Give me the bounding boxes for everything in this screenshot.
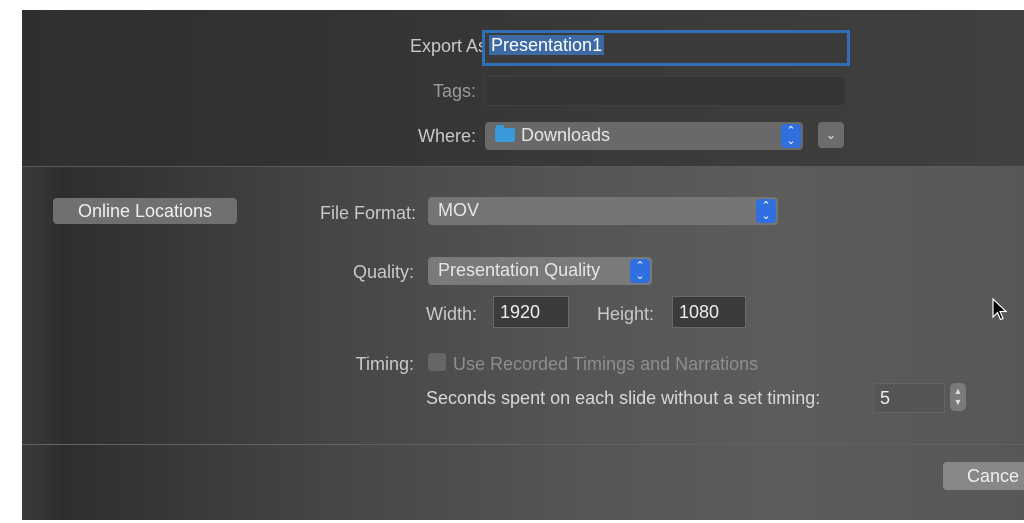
quality-stepper-icon: ⌃ ⌄ bbox=[630, 259, 650, 283]
footer-separator bbox=[22, 444, 1024, 445]
quality-value: Presentation Quality bbox=[438, 260, 601, 280]
export-dialog: Export As: Presentation1 Tags: Where: Do… bbox=[22, 10, 1024, 520]
screenshot: Export As: Presentation1 Tags: Where: Do… bbox=[0, 0, 1024, 523]
header-separator bbox=[22, 166, 1024, 167]
seconds-per-slide-value: 5 bbox=[880, 388, 891, 408]
export-as-input[interactable]: Presentation1 bbox=[482, 30, 850, 66]
seconds-per-slide-label: Seconds spent on each slide without a se… bbox=[426, 388, 821, 408]
width-value: 1920 bbox=[500, 302, 541, 322]
where-popup[interactable]: Downloads ⌃ ⌄ bbox=[485, 122, 803, 150]
export-as-value: Presentation1 bbox=[489, 35, 605, 55]
recorded-timings-checkbox[interactable] bbox=[428, 353, 446, 371]
tags-label: Tags: bbox=[432, 81, 476, 101]
height-input[interactable]: 1080 bbox=[672, 296, 746, 328]
online-locations-button[interactable]: Online Locations bbox=[53, 198, 237, 224]
where-label: Where: bbox=[417, 126, 476, 146]
file-format-stepper-icon: ⌃ ⌄ bbox=[756, 199, 776, 223]
recorded-timings-label: Use Recorded Timings and Narrations bbox=[453, 354, 759, 374]
seconds-per-slide-input[interactable]: 5 bbox=[873, 383, 945, 413]
file-format-label: File Format: bbox=[319, 203, 416, 223]
mouse-pointer-icon bbox=[992, 298, 1008, 321]
stepper-up-icon: ▲ bbox=[953, 386, 963, 396]
cancel-button[interactable]: Cance bbox=[943, 462, 1024, 490]
stepper-down-icon: ▼ bbox=[953, 397, 963, 407]
quality-label: Quality: bbox=[352, 262, 414, 282]
export-as-label: Export As: bbox=[409, 36, 492, 56]
height-value: 1080 bbox=[679, 302, 720, 322]
timing-label: Timing: bbox=[355, 354, 414, 374]
where-stepper-icon: ⌃ ⌄ bbox=[781, 124, 801, 148]
tags-input[interactable] bbox=[484, 76, 846, 106]
file-format-value: MOV bbox=[438, 200, 480, 220]
expand-button[interactable]: ⌄ bbox=[818, 122, 844, 148]
height-label: Height: bbox=[597, 304, 655, 324]
chevron-down-icon: ⌄ bbox=[825, 127, 837, 142]
width-input[interactable]: 1920 bbox=[493, 296, 569, 328]
file-format-popup[interactable]: MOV ⌃ ⌄ bbox=[428, 197, 778, 225]
width-label: Width: bbox=[426, 304, 478, 324]
seconds-stepper[interactable]: ▲ ▼ bbox=[950, 383, 966, 411]
folder-icon bbox=[495, 125, 515, 142]
quality-popup[interactable]: Presentation Quality ⌃ ⌄ bbox=[428, 257, 652, 285]
where-value: Downloads bbox=[521, 125, 611, 145]
